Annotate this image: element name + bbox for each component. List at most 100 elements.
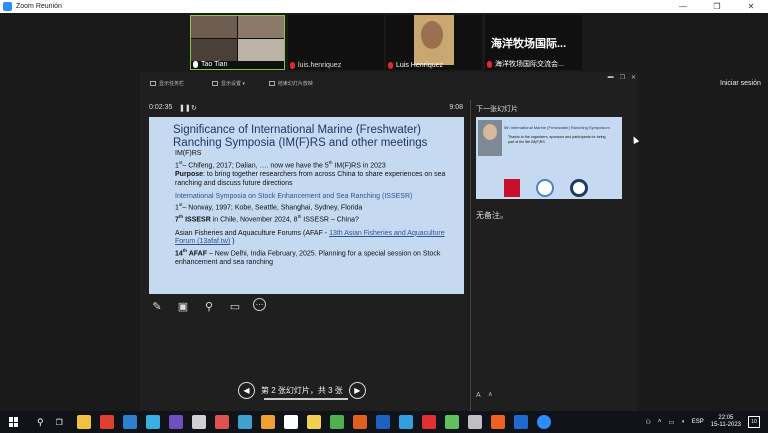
afaf-heading: Asian Fisheries and Aquaculture Forums (… [175,229,445,246]
previous-slide-button[interactable]: ◀ [238,381,255,399]
taskbar-apps [63,415,551,429]
maximize-button[interactable]: ❐ [700,0,734,13]
participant-name: Tao Tian [193,61,227,68]
volume-icon[interactable]: ◖ [681,419,685,425]
pen-icon[interactable]: ✎ [149,298,165,314]
minimize-icon[interactable]: ▬ [608,74,614,81]
start-session-button[interactable]: Iniciar sesión [720,80,761,87]
slide-progress-line [264,398,348,400]
participant-strip: Tao Tian luis.henriquez Luis Henríquez 海… [0,15,768,70]
pause-icon[interactable]: ❚❚ [179,104,191,112]
taskbar-app-icon[interactable] [122,415,137,429]
institute-seal-icon [570,179,588,197]
participant-tile[interactable]: Luis Henríquez [386,15,482,70]
participant-name: luis.henriquez [290,62,341,69]
taskbar-app-icon[interactable] [329,415,344,429]
taskbar-app-icon[interactable] [306,415,321,429]
taskbar-app-icon[interactable] [444,415,459,429]
zoom-magnifier-icon[interactable]: ⚲ [201,298,217,314]
taskbar-app-icon[interactable] [421,415,436,429]
increase-font-button[interactable]: A [476,392,481,399]
issesr-next: 7th ISSESR in Chile, November 2024, 8th … [175,214,359,224]
taskbar-app-icon[interactable] [375,415,390,429]
next-slide-text: Thanks to the organisers, sponsors and p… [508,135,606,144]
taskbar-app-icon[interactable] [168,415,183,429]
speaker-notes: 无备注。 [476,211,508,220]
taskbar-icon [150,80,156,86]
display-settings-button[interactable]: 显示设置 ▾ [212,80,245,87]
language-indicator[interactable]: ESP [692,419,704,425]
participant-name: 海洋牧场国际交流会... [487,59,564,69]
black-screen-icon[interactable]: ▭ [227,298,243,314]
window-title: Zoom Reunión [16,3,62,10]
end-slideshow-button[interactable]: 结束幻灯片放映 [268,80,313,87]
taskbar-app-icon[interactable] [536,415,551,429]
reset-timer-icon[interactable]: ↻ [191,104,197,112]
chevron-up-icon[interactable]: ˄ [658,419,662,425]
participant-tile[interactable]: 海洋牧场国际... 海洋牧场国际交流会... [485,15,582,70]
clock-time: 9:08 [449,104,463,111]
next-slide-label: 下一张幻灯片 [476,106,518,113]
notification-center-icon[interactable]: 10 [748,416,760,428]
notes-font-controls: A A [476,392,492,399]
system-clock[interactable]: 22:05 15-11-2023 [711,415,741,429]
window-controls: — ❐ ✕ [666,0,768,13]
close-button[interactable]: ✕ [734,0,768,13]
participant-name: Luis Henríquez [388,62,443,69]
participant-tile[interactable]: Tao Tian [190,15,285,70]
minimize-button[interactable]: — [666,0,700,13]
next-slide-title: 5th International Marine (Freshwater) Ra… [504,125,610,130]
taskbar-app-icon[interactable] [260,415,275,429]
timer-row: 0:02:35 ❚❚ ↻ 9:08 [149,104,465,114]
society-logo-icon [536,179,554,197]
task-view-icon[interactable]: ❐ [56,418,63,427]
windows-taskbar: ⚲ ❐ ⚇ ˄ ▭ ◖ ESP 22:05 15-11-2023 10 [0,411,768,433]
current-slide: Significance of International Marine (Fr… [149,117,464,294]
taskbar-app-icon[interactable] [283,415,298,429]
taskbar-toggle-button[interactable]: 显示任务栏 [150,80,184,87]
people-icon[interactable]: ⚇ [646,419,651,426]
issesr-history: 1st– Norway, 1997; Kobe, Seattle, Shangh… [175,202,363,212]
panel-divider[interactable] [470,100,471,412]
speaker-photo [478,120,502,156]
slide-navigation: ◀ 第 2 张幻灯片，共 3 张 ▶ [238,381,374,399]
taskbar-app-icon[interactable] [467,415,482,429]
system-tray: ⚇ ˄ ▭ ◖ ESP 22:05 15-11-2023 10 [646,411,760,433]
imfrs-history: 1st– Chifeng, 2017; Dalian, …. now we ha… [175,159,386,170]
network-icon[interactable]: ▭ [668,419,674,426]
restore-icon[interactable]: ❐ [620,74,625,81]
video-feed [191,16,284,61]
taskbar-app-icon[interactable] [145,415,160,429]
elapsed-time: 0:02:35 [149,104,173,111]
slides-grid-icon[interactable]: ▣ [175,298,191,314]
more-options-icon[interactable]: ⋯ [253,298,266,311]
presenter-toolbar: 显示任务栏 显示设置 ▾ 结束幻灯片放映 [140,72,638,94]
afaf-next: 14th AFAF – New Delhi, India February, 2… [175,248,441,267]
next-slide-button[interactable]: ▶ [348,381,366,399]
imfrs-heading: IM(F)RS [175,150,202,157]
end-show-icon [268,80,275,86]
issesr-heading: International Symposia on Stock Enhancem… [175,192,413,200]
search-icon[interactable]: ⚲ [37,417,44,428]
taskbar-app-icon[interactable] [398,415,413,429]
taskbar-app-icon[interactable] [352,415,367,429]
taskbar-app-icon[interactable] [99,415,114,429]
mic-muted-icon [487,60,492,68]
imfrs-purpose: Purpose: to bring together researchers f… [175,170,446,187]
participant-tile[interactable]: luis.henriquez [288,15,384,70]
display-icon [212,80,219,86]
next-slide-thumbnail[interactable]: 5th International Marine (Freshwater) Ra… [476,117,622,199]
taskbar-app-icon[interactable] [490,415,505,429]
taskbar-app-icon[interactable] [513,415,528,429]
mic-muted-icon [290,62,295,69]
windows-start-icon[interactable] [9,417,19,427]
university-logo-icon [504,179,520,197]
slide-body: IM(F)RS 1st– Chifeng, 2017; Dalian, …. n… [175,150,454,268]
taskbar-app-icon[interactable] [214,415,229,429]
taskbar-app-icon[interactable] [237,415,252,429]
close-icon[interactable]: ✕ [631,74,636,81]
taskbar-app-icon[interactable] [76,415,91,429]
taskbar-app-icon[interactable] [191,415,206,429]
mic-muted-icon [388,62,393,69]
decrease-font-button[interactable]: A [489,392,492,399]
